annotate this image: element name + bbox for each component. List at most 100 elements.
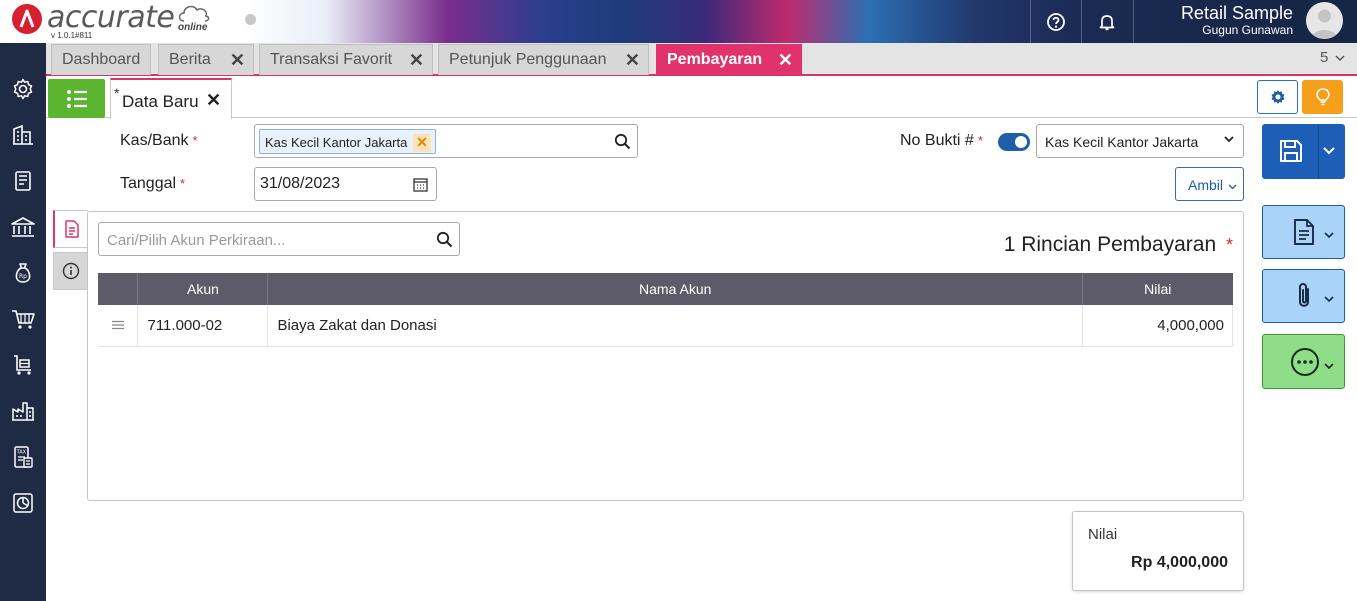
list-icon (66, 89, 87, 108)
list-view-button[interactable] (48, 79, 105, 118)
column-header-nama-akun[interactable]: Nama Akun (267, 273, 1084, 305)
close-icon[interactable]: ✕ (778, 50, 793, 71)
drag-handle-icon[interactable] (98, 305, 139, 347)
total-value: Rp 4,000,000 (1131, 554, 1228, 571)
tab-label: Data Baru (122, 92, 199, 111)
document-icon (64, 220, 79, 238)
close-icon[interactable]: ✕ (625, 50, 640, 71)
kas-bank-label: Kas/Bank * (120, 132, 198, 150)
document-tab-bar: * Data Baru ✕ (46, 76, 1357, 119)
table-row[interactable]: 711.000-02 Biaya Zakat dan Donasi 4,000,… (98, 305, 1233, 347)
tax-icon[interactable]: TAX (0, 435, 46, 479)
money-bag-icon[interactable]: Rp (0, 251, 46, 295)
detail-title-text: 1 Rincian Pembayaran (1003, 233, 1217, 256)
tab-dashboard[interactable]: Dashboard (51, 44, 151, 75)
settings-icon[interactable] (0, 67, 46, 111)
help-icon[interactable] (1031, 0, 1081, 43)
avatar[interactable] (1306, 2, 1343, 39)
brand-sub: online (178, 22, 208, 33)
company-name[interactable]: Retail Sample (1181, 3, 1293, 24)
tab-transaksi-favorit[interactable]: Transaksi Favorit ✕ (259, 44, 433, 75)
table-header-row: Akun Nama Akun Nilai (98, 273, 1233, 305)
cloud-icon (178, 5, 210, 22)
sidebar: Rp TAX (0, 43, 46, 601)
tab-berita[interactable]: Berita ✕ (158, 44, 254, 75)
cell-nilai: 4,000,000 (1082, 305, 1233, 347)
tanggal-value: 31/08/2023 (260, 175, 341, 192)
ledger-icon[interactable] (0, 159, 46, 203)
tab-label: Berita (169, 51, 211, 68)
svg-text:TAX: TAX (16, 450, 27, 456)
detail-panel: Cari/Pilih Akun Perkiraan... 1 Rincian P… (87, 211, 1244, 501)
unsaved-marker: * (114, 85, 120, 101)
account-search-input[interactable]: Cari/Pilih Akun Perkiraan... (98, 222, 460, 256)
tab-overflow-menu[interactable]: 5 (1320, 49, 1345, 66)
tab-petunjuk-penggunaan[interactable]: Petunjuk Penggunaan ✕ (438, 44, 649, 75)
tab-pembayaran[interactable]: Pembayaran ✕ (656, 44, 802, 75)
tab-info[interactable] (53, 252, 88, 290)
inventory-cart-icon[interactable] (0, 343, 46, 387)
tab-label: Dashboard (62, 51, 141, 68)
calendar-icon[interactable] (413, 177, 428, 192)
save-button[interactable] (1262, 124, 1345, 179)
kas-bank-chip: Kas Kecil Kantor Jakarta ✕ (259, 129, 436, 154)
factory-icon[interactable] (0, 389, 46, 433)
tab-bar: Dashboard Berita ✕ Transaksi Favorit ✕ P… (46, 43, 1357, 76)
ambil-label: Ambil (1188, 177, 1224, 193)
no-bukti-select-value: Kas Kecil Kantor Jakarta (1045, 134, 1199, 150)
tips-button[interactable] (1302, 80, 1343, 114)
chevron-down-icon[interactable] (1323, 146, 1335, 156)
required-mark: * (192, 133, 198, 148)
accurate-logo-icon (12, 4, 42, 34)
more-icon (1291, 348, 1319, 376)
close-icon[interactable]: ✕ (206, 90, 221, 111)
tab-data-baru[interactable]: * Data Baru ✕ (110, 78, 232, 119)
chevron-down-icon (1224, 136, 1234, 143)
chevron-down-icon (1335, 55, 1345, 61)
ambil-button[interactable]: Ambil (1175, 167, 1244, 201)
more-actions-button[interactable] (1262, 334, 1345, 389)
tab-label: Transaksi Favorit (270, 51, 393, 68)
total-summary: Nilai Rp 4,000,000 (1072, 511, 1244, 591)
tab-label: Pembayaran (667, 51, 763, 68)
document-icon (1294, 219, 1314, 245)
tanggal-field[interactable]: 31/08/2023 (254, 167, 437, 201)
auto-number-toggle[interactable] (998, 133, 1030, 151)
remove-icon[interactable]: ✕ (412, 134, 431, 152)
cell-akun: 711.000-02 (137, 305, 269, 347)
kas-bank-value: Kas Kecil Kantor Jakarta (265, 135, 408, 150)
detail-table: Akun Nama Akun Nilai 711.000-02 Biaya Za… (98, 273, 1233, 347)
company-icon[interactable] (0, 113, 46, 157)
user-name[interactable]: Gugun Gunawan (1202, 23, 1293, 37)
close-icon[interactable]: ✕ (230, 50, 245, 71)
chevron-down-icon (1324, 363, 1334, 370)
save-icon (1280, 140, 1302, 162)
kas-bank-field[interactable]: Kas Kecil Kantor Jakarta ✕ (254, 124, 638, 158)
bank-icon[interactable] (0, 205, 46, 249)
chevron-down-icon (1228, 184, 1237, 190)
detail-title: 1 Rincian Pembayaran * (1004, 233, 1233, 257)
search-icon[interactable] (614, 133, 631, 150)
print-button[interactable] (1262, 205, 1345, 259)
split-divider (1318, 124, 1319, 179)
cart-icon[interactable] (0, 297, 46, 341)
close-icon[interactable]: ✕ (409, 50, 424, 71)
tanggal-label: Tanggal * (120, 175, 185, 193)
tab-detail[interactable] (53, 210, 88, 248)
brand-name: accurate (47, 0, 175, 35)
top-header: accurate online v 1.0.1#811 Retail Sampl… (0, 0, 1357, 43)
search-icon[interactable] (436, 231, 453, 248)
chevron-down-icon (1324, 232, 1334, 239)
column-header-nilai[interactable]: Nilai (1082, 273, 1233, 305)
bell-icon[interactable] (1082, 0, 1132, 43)
cell-nama-akun: Biaya Zakat dan Donasi (267, 305, 1084, 347)
no-bukti-select[interactable]: Kas Kecil Kantor Jakarta (1036, 124, 1244, 158)
info-icon (62, 262, 79, 280)
settings-button[interactable] (1257, 80, 1298, 114)
status-dot (245, 14, 256, 25)
report-icon[interactable] (0, 481, 46, 525)
column-header-akun[interactable]: Akun (137, 273, 269, 305)
tab-label: Petunjuk Penggunaan (449, 51, 607, 68)
gear-icon (1270, 90, 1285, 104)
attachment-button[interactable] (1262, 269, 1345, 323)
